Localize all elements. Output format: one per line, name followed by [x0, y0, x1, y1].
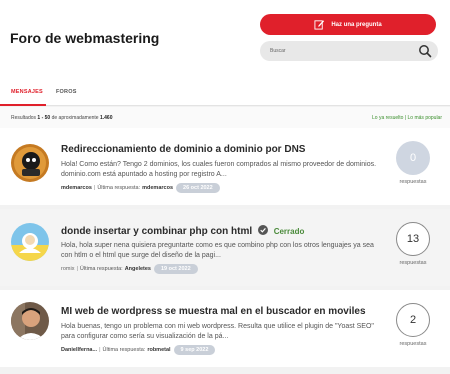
results-count: Resultados 1 - 50 de aproximadamente 1.4… [11, 115, 112, 121]
last-reply-label: Última respuesta: [97, 185, 141, 191]
thread-title-link[interactable]: donde insertar y combinar php con html [61, 226, 252, 237]
results-prefix: Resultados [11, 115, 37, 121]
reply-count: 13 [396, 222, 430, 256]
author-link[interactable]: mdemarcos [61, 185, 92, 191]
last-reply-user[interactable]: mdemarcos [142, 185, 173, 191]
results-range: 1 - 50 [37, 115, 51, 121]
tab-mensajes[interactable]: MENSAJES [11, 89, 43, 95]
thread-item[interactable]: MI web de wordpress se muestra mal en el… [0, 290, 450, 367]
tab-foros[interactable]: FOROS [56, 89, 77, 95]
thread-item[interactable]: Redireccionamiento de dominio a dominio … [0, 128, 450, 205]
author-link[interactable]: Daniellferna... [61, 347, 97, 353]
avatar-image [11, 223, 49, 261]
filter-solved[interactable]: Lo ya resuelto [372, 115, 403, 121]
forum-header: Foro de webmastering Haz una pregunta [0, 0, 450, 78]
avatar[interactable] [11, 223, 49, 261]
thread-meta: romix | Última respuesta: Angeletes 19 o… [61, 264, 198, 274]
thread-meta: Daniellferna... | Última respuesta: robm… [61, 345, 216, 355]
active-tab-indicator [0, 104, 46, 106]
check-circle-icon [257, 225, 268, 235]
meta-separator: | [93, 185, 96, 191]
date-badge: 26 oct 2022 [176, 183, 220, 193]
thread-title[interactable]: Redireccionamiento de dominio a dominio … [61, 144, 305, 155]
reply-count: 0 [396, 141, 430, 175]
thread-meta: mdemarcos | Última respuesta: mdemarcos … [61, 183, 220, 193]
last-reply-label: Última respuesta: [102, 347, 146, 353]
reply-count-label: respuestas [399, 260, 427, 266]
tab-bar: MENSAJES FOROS [0, 78, 450, 106]
date-badge: 9 sep 2022 [173, 345, 216, 355]
ask-question-label: Haz una pregunta [331, 21, 382, 28]
thread-item[interactable]: donde insertar y combinar php con html C… [0, 209, 450, 286]
avatar[interactable] [11, 144, 49, 182]
reply-count: 2 [396, 303, 430, 337]
reply-count-label: respuestas [399, 179, 427, 185]
results-middle: de aproximadamente [51, 115, 99, 121]
avatar[interactable] [11, 302, 49, 340]
results-bar: Resultados 1 - 50 de aproximadamente 1.4… [0, 107, 450, 128]
result-filters: Lo ya resuelto | Lo más popular [372, 115, 442, 121]
last-reply-user[interactable]: robmetal [147, 347, 170, 353]
ask-question-button[interactable]: Haz una pregunta [260, 14, 436, 35]
search-box[interactable] [260, 41, 438, 61]
results-total: 1.460 [99, 115, 113, 121]
thread-title[interactable]: MI web de wordpress se muestra mal en el… [61, 306, 366, 317]
search-input[interactable] [270, 44, 410, 58]
avatar-image [11, 302, 49, 340]
closed-label: Cerrado [273, 227, 305, 236]
date-badge: 19 oct 2022 [153, 264, 198, 274]
thread-excerpt: Hola, hola super nena quisiera preguntar… [61, 242, 374, 259]
last-reply-user[interactable]: Angeletes [125, 266, 151, 272]
reply-count-label: respuestas [399, 341, 427, 347]
edit-icon [314, 20, 325, 30]
avatar-image [11, 144, 49, 182]
search-icon[interactable] [418, 44, 432, 58]
last-reply-label: Última respuesta: [79, 266, 123, 272]
thread-excerpt: Hola buenas, tengo un problema con mi we… [61, 323, 374, 340]
page-title: Foro de webmastering [10, 30, 160, 46]
filter-popular[interactable]: Lo más popular [408, 115, 442, 121]
meta-separator: | [99, 347, 101, 353]
filter-separator: | [404, 115, 407, 121]
thread-excerpt: Hola! Como están? Tengo 2 dominios, los … [61, 161, 377, 178]
meta-separator: | [76, 266, 78, 272]
thread-title: donde insertar y combinar php con html C… [61, 225, 304, 237]
author-link[interactable]: romix [61, 266, 74, 272]
